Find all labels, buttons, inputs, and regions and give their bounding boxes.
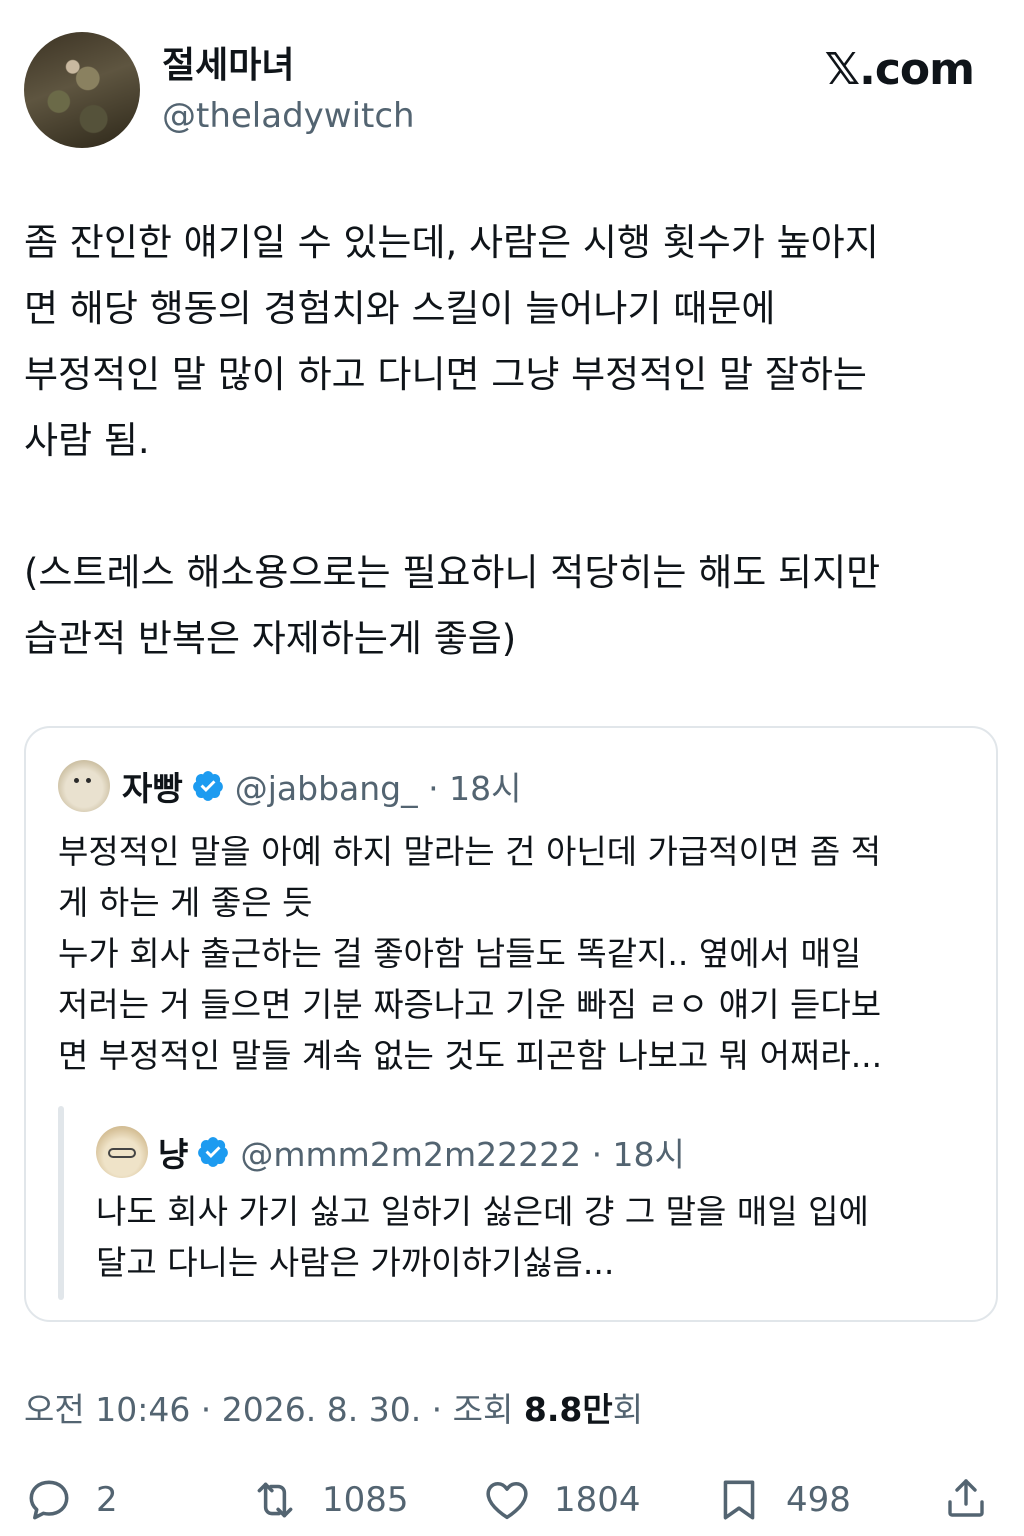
verified-badge-icon [198,1137,229,1167]
x-logo: 𝕏.com [824,44,975,95]
bookmark-button[interactable]: 498 [714,1470,851,1530]
nested-author-handle-time[interactable]: @mmm2m2m22222 · 18시 [240,1128,685,1176]
view-count[interactable]: 8.8만 [524,1390,613,1429]
reply-count: 2 [96,1480,118,1520]
nested-author-avatar[interactable] [96,1126,148,1178]
like-count: 1804 [554,1480,641,1520]
share-icon [948,1479,984,1517]
tweet-text: 좀 잔인한 얘기일 수 있는데, 사람은 시행 횟수가 높아지 면 해당 행동의… [24,221,881,660]
view-count-suffix: 회 [612,1390,644,1429]
tweet-meta: 오전 10:46 · 2026. 8. 30. · 조회 8.8만회 [24,1386,643,1434]
quoted-tweet[interactable]: 자빵 @jabbang_ · 18시 부정적인 말을 아예 하지 말라는 건 아… [24,726,998,1322]
author-display-name[interactable]: 절세마녀 [162,44,294,88]
reply-button[interactable]: 2 [24,1470,118,1530]
tweet-timestamp[interactable]: 오전 10:46 · 2026. 8. 30. · 조회 [24,1390,524,1429]
share-button[interactable] [942,1474,990,1526]
quoted-tweet-header: 자빵 @jabbang_ · 18시 [58,758,521,814]
nested-author-name[interactable]: 냥 [158,1128,188,1176]
nested-quoted-tweet[interactable]: 냥 @mmm2m2m22222 · 18시 나도 회사 가기 싫고 일하기 싫은… [58,1106,958,1302]
bookmark-count: 498 [786,1480,851,1520]
verified-badge-icon [192,771,223,801]
nested-tweet-header: 냥 @mmm2m2m22222 · 18시 [96,1124,685,1180]
repost-button[interactable]: 1085 [250,1470,409,1530]
repost-count: 1085 [322,1480,409,1520]
quoted-author-avatar[interactable] [58,760,110,812]
like-button[interactable]: 1804 [482,1470,641,1530]
quoted-tweet-text: 부정적인 말을 아예 하지 말라는 건 아닌데 가급적이면 좀 적 게 하는 게… [58,832,883,1075]
nested-tweet-text: 나도 회사 가기 싫고 일하기 싫은데 걍 그 말을 매일 입에 달고 다니는 … [96,1192,869,1282]
repost-icon [257,1482,293,1518]
author-avatar[interactable] [24,32,140,148]
tweet-header: 절세마녀 @theladywitch 𝕏.com [24,32,1000,148]
action-bar: 2 1085 1804 498 [24,1470,1000,1530]
quoted-author-handle-time[interactable]: @jabbang_ · 18시 [235,762,522,810]
nested-quote-divider [58,1106,64,1300]
quoted-author-name[interactable]: 자빵 [122,762,183,810]
bookmark-icon [723,1480,755,1520]
heart-icon [486,1481,528,1520]
author-handle[interactable]: @theladywitch [162,94,415,138]
reply-icon [29,1480,69,1520]
